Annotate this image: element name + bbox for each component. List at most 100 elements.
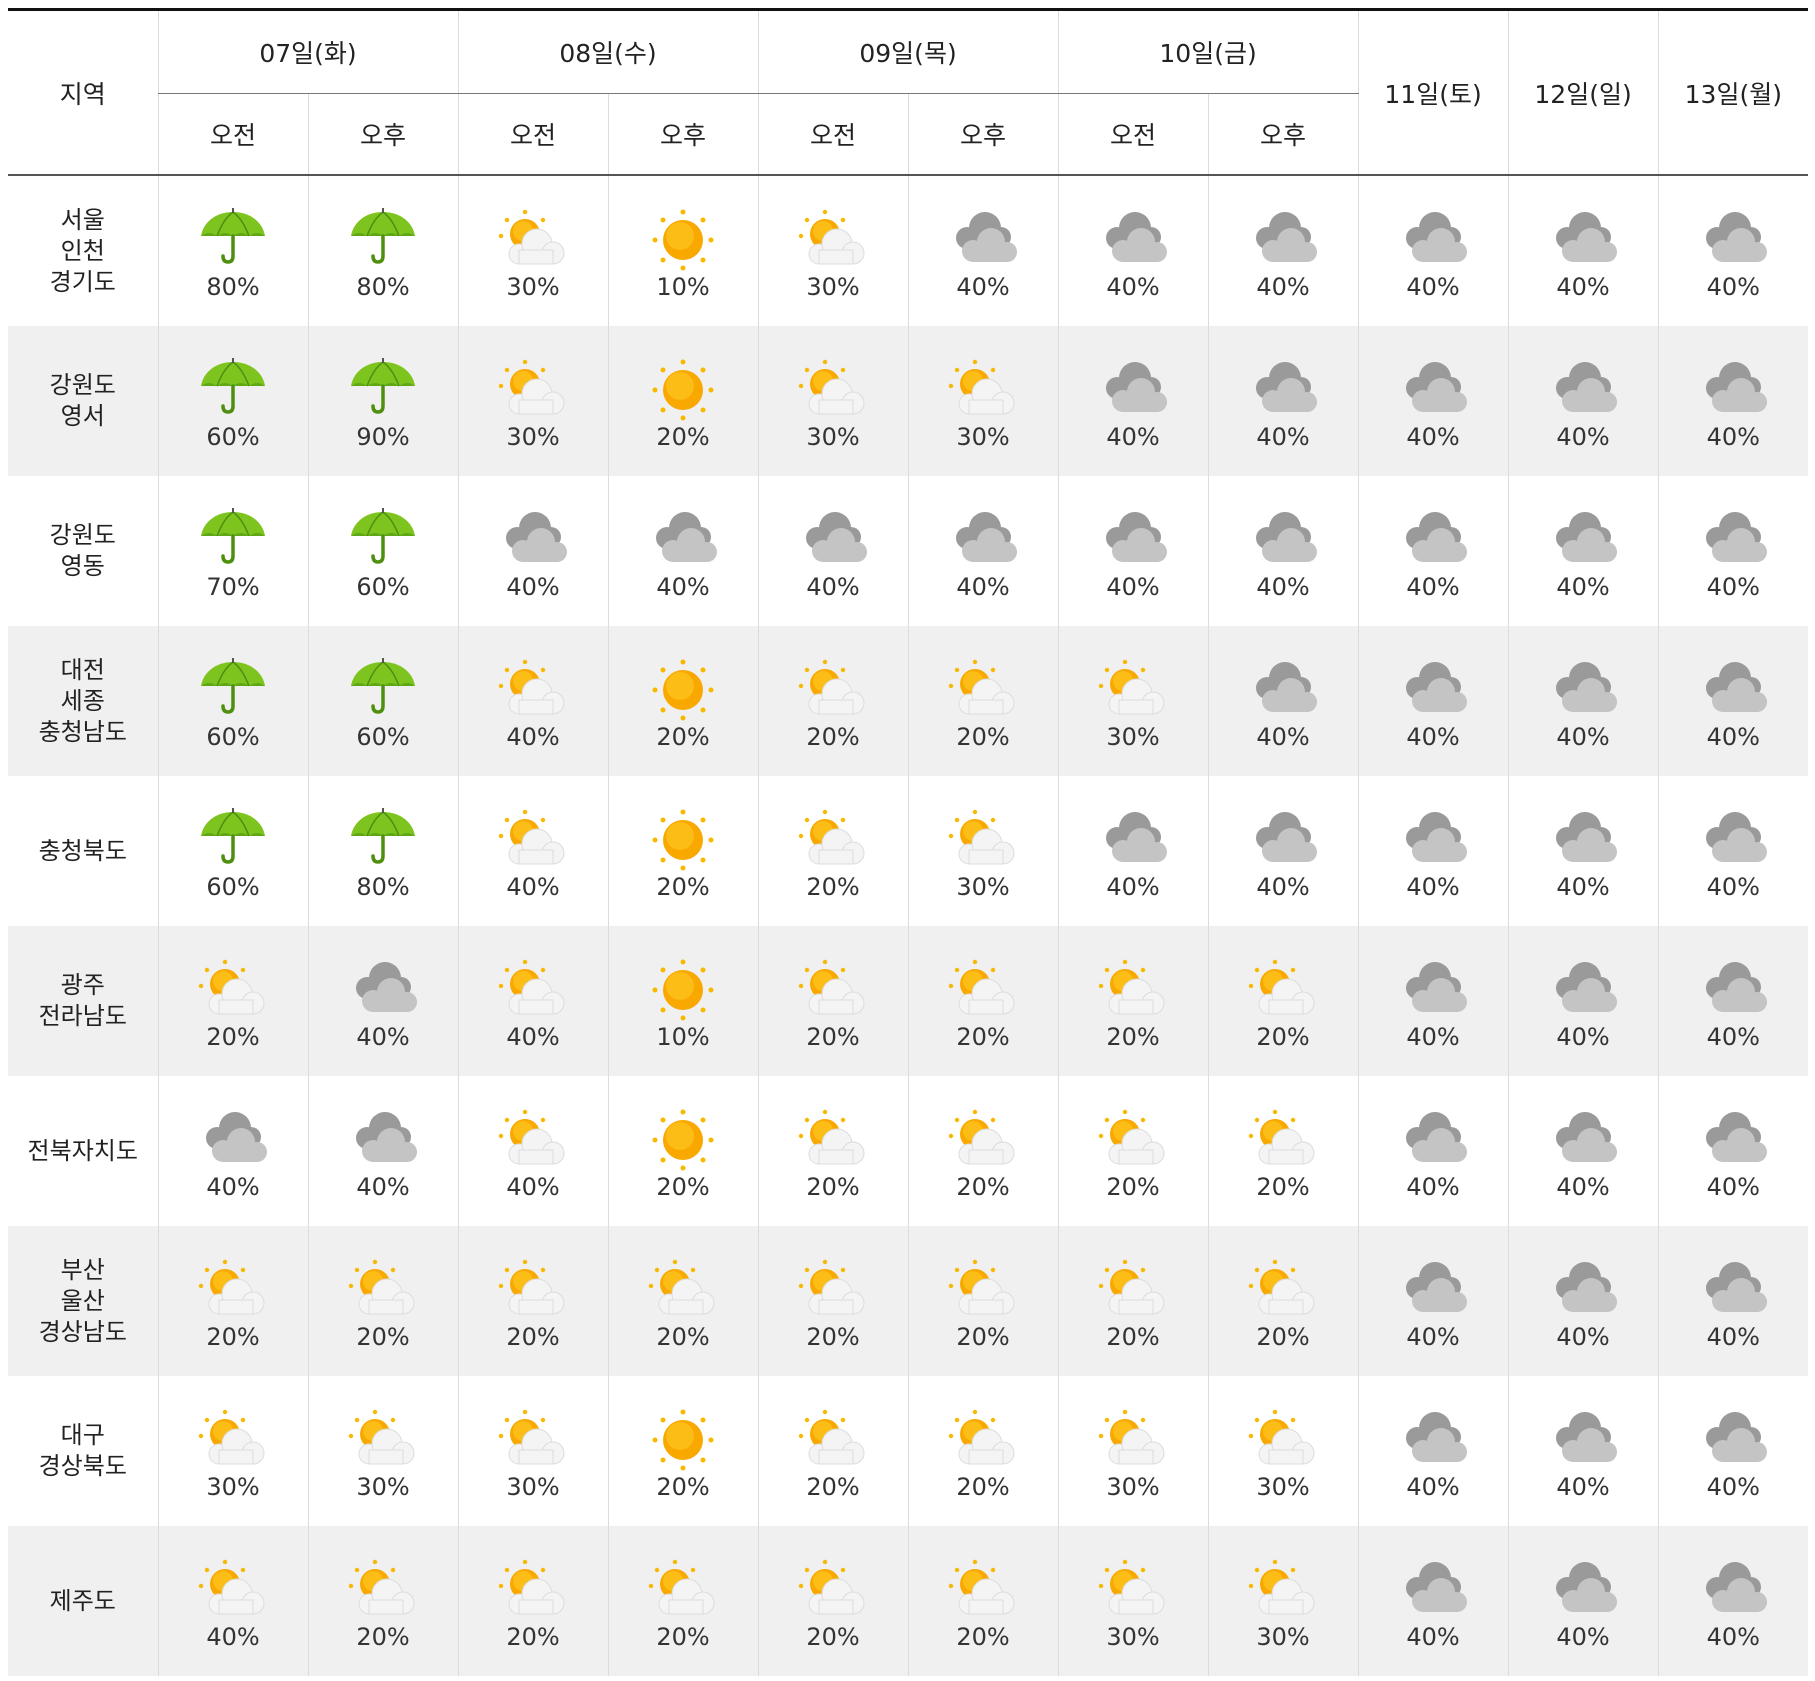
sun-cloud-icon xyxy=(195,1552,271,1622)
forecast-cell: 20% xyxy=(907,1076,1059,1226)
forecast-cell: 40% xyxy=(1057,326,1209,476)
precip-probability: 40% xyxy=(1406,1322,1460,1351)
cloud-icon xyxy=(1545,652,1621,722)
precip-probability: 40% xyxy=(506,572,560,601)
forecast-cell: 80% xyxy=(307,776,459,926)
forecast-cell: 40% xyxy=(1657,1076,1809,1226)
precip-probability: 20% xyxy=(806,1322,860,1351)
forecast-cell: 90% xyxy=(307,326,459,476)
precip-probability: 40% xyxy=(806,572,860,601)
cloud-icon xyxy=(1695,952,1771,1022)
precip-probability: 20% xyxy=(806,1172,860,1201)
precip-probability: 20% xyxy=(356,1622,410,1651)
sun-cloud-icon xyxy=(495,652,571,722)
forecast-cell: 60% xyxy=(307,626,459,776)
forecast-cell: 30% xyxy=(1207,1526,1359,1676)
sun-icon xyxy=(645,952,721,1022)
precip-probability: 20% xyxy=(206,1322,260,1351)
forecast-cell: 30% xyxy=(157,1376,308,1526)
forecast-cell: 40% xyxy=(1207,626,1359,776)
forecast-cell: 20% xyxy=(757,1526,909,1676)
forecast-cell: 20% xyxy=(757,1076,909,1226)
precip-probability: 20% xyxy=(656,1622,710,1651)
forecast-cell: 40% xyxy=(1207,175,1359,326)
precip-probability: 60% xyxy=(356,572,410,601)
forecast-cell: 20% xyxy=(1207,926,1359,1076)
precip-probability: 30% xyxy=(356,1472,410,1501)
forecast-cell: 20% xyxy=(607,776,759,926)
cloud-icon xyxy=(1395,202,1471,272)
precip-probability: 40% xyxy=(1556,1022,1610,1051)
region-header: 지역 xyxy=(8,9,158,176)
forecast-cell: 40% xyxy=(1507,1076,1659,1226)
precip-probability: 60% xyxy=(206,422,260,451)
precip-probability: 40% xyxy=(1706,872,1760,901)
forecast-cell: 20% xyxy=(157,1226,308,1376)
day-header-2: 09일(목) xyxy=(757,9,1059,94)
forecast-table-container: 지역 07일(화) 08일(수) 09일(목) 10일(금) 11일(토) 12… xyxy=(8,8,1809,1676)
sun-cloud-icon xyxy=(1095,1402,1171,1472)
cloud-icon xyxy=(1545,802,1621,872)
sun-cloud-icon xyxy=(945,802,1021,872)
forecast-cell: 40% xyxy=(1657,926,1809,1076)
forecast-cell: 70% xyxy=(157,476,308,626)
sun-icon xyxy=(645,202,721,272)
precip-probability: 40% xyxy=(1556,722,1610,751)
forecast-cell: 80% xyxy=(307,175,459,326)
cloud-icon xyxy=(1395,802,1471,872)
forecast-cell: 40% xyxy=(1357,1376,1509,1526)
precip-probability: 40% xyxy=(956,272,1010,301)
cloud-icon xyxy=(1245,802,1321,872)
precip-probability: 40% xyxy=(1406,872,1460,901)
precip-probability: 40% xyxy=(1556,1322,1610,1351)
sun-cloud-icon xyxy=(345,1252,421,1322)
forecast-cell: 20% xyxy=(607,326,759,476)
sun-cloud-icon xyxy=(645,1552,721,1622)
forecast-row: 강원도 영서 60% 90% 30% 20% 30% 30% 40% 40% 40% 40% 40% xyxy=(8,326,1809,476)
precip-probability: 40% xyxy=(1256,572,1310,601)
precip-probability: 40% xyxy=(1706,1322,1760,1351)
precip-probability: 30% xyxy=(506,1472,560,1501)
cloud-icon xyxy=(1095,502,1171,572)
umbrella-icon xyxy=(195,202,271,272)
forecast-cell: 40% xyxy=(457,776,609,926)
precip-probability: 20% xyxy=(1256,1022,1310,1051)
forecast-cell: 20% xyxy=(307,1526,459,1676)
sun-cloud-icon xyxy=(795,202,871,272)
forecast-cell: 40% xyxy=(1507,926,1659,1076)
forecast-cell: 20% xyxy=(157,926,308,1076)
forecast-cell: 20% xyxy=(307,1226,459,1376)
forecast-cell: 40% xyxy=(1507,326,1659,476)
cloud-icon xyxy=(1395,652,1471,722)
precip-probability: 30% xyxy=(956,872,1010,901)
precip-probability: 40% xyxy=(356,1172,410,1201)
forecast-cell: 40% xyxy=(1657,1376,1809,1526)
forecast-cell: 30% xyxy=(457,175,609,326)
precip-probability: 40% xyxy=(656,572,710,601)
forecast-cell: 20% xyxy=(907,1226,1059,1376)
forecast-cell: 20% xyxy=(1057,1226,1209,1376)
precip-probability: 20% xyxy=(956,722,1010,751)
cloud-icon xyxy=(1545,1402,1621,1472)
precip-probability: 40% xyxy=(206,1172,260,1201)
forecast-cell: 30% xyxy=(1207,1376,1359,1526)
cloud-icon xyxy=(945,502,1021,572)
precip-probability: 40% xyxy=(1706,272,1760,301)
sun-cloud-icon xyxy=(1095,952,1171,1022)
sun-cloud-icon xyxy=(795,652,871,722)
sun-cloud-icon xyxy=(795,802,871,872)
sun-cloud-icon xyxy=(1095,1552,1171,1622)
forecast-cell: 40% xyxy=(1357,476,1509,626)
precip-probability: 20% xyxy=(656,422,710,451)
day-header-3: 10일(금) xyxy=(1057,9,1359,94)
sun-cloud-icon xyxy=(795,1102,871,1172)
precip-probability: 40% xyxy=(1106,872,1160,901)
forecast-cell: 40% xyxy=(1057,776,1209,926)
cloud-icon xyxy=(1545,202,1621,272)
umbrella-icon xyxy=(195,502,271,572)
cloud-icon xyxy=(1695,352,1771,422)
day-header-0: 07일(화) xyxy=(157,9,459,94)
day-header-4: 11일(토) xyxy=(1357,9,1509,176)
forecast-cell: 40% xyxy=(157,1526,308,1676)
forecast-cell: 40% xyxy=(607,476,759,626)
